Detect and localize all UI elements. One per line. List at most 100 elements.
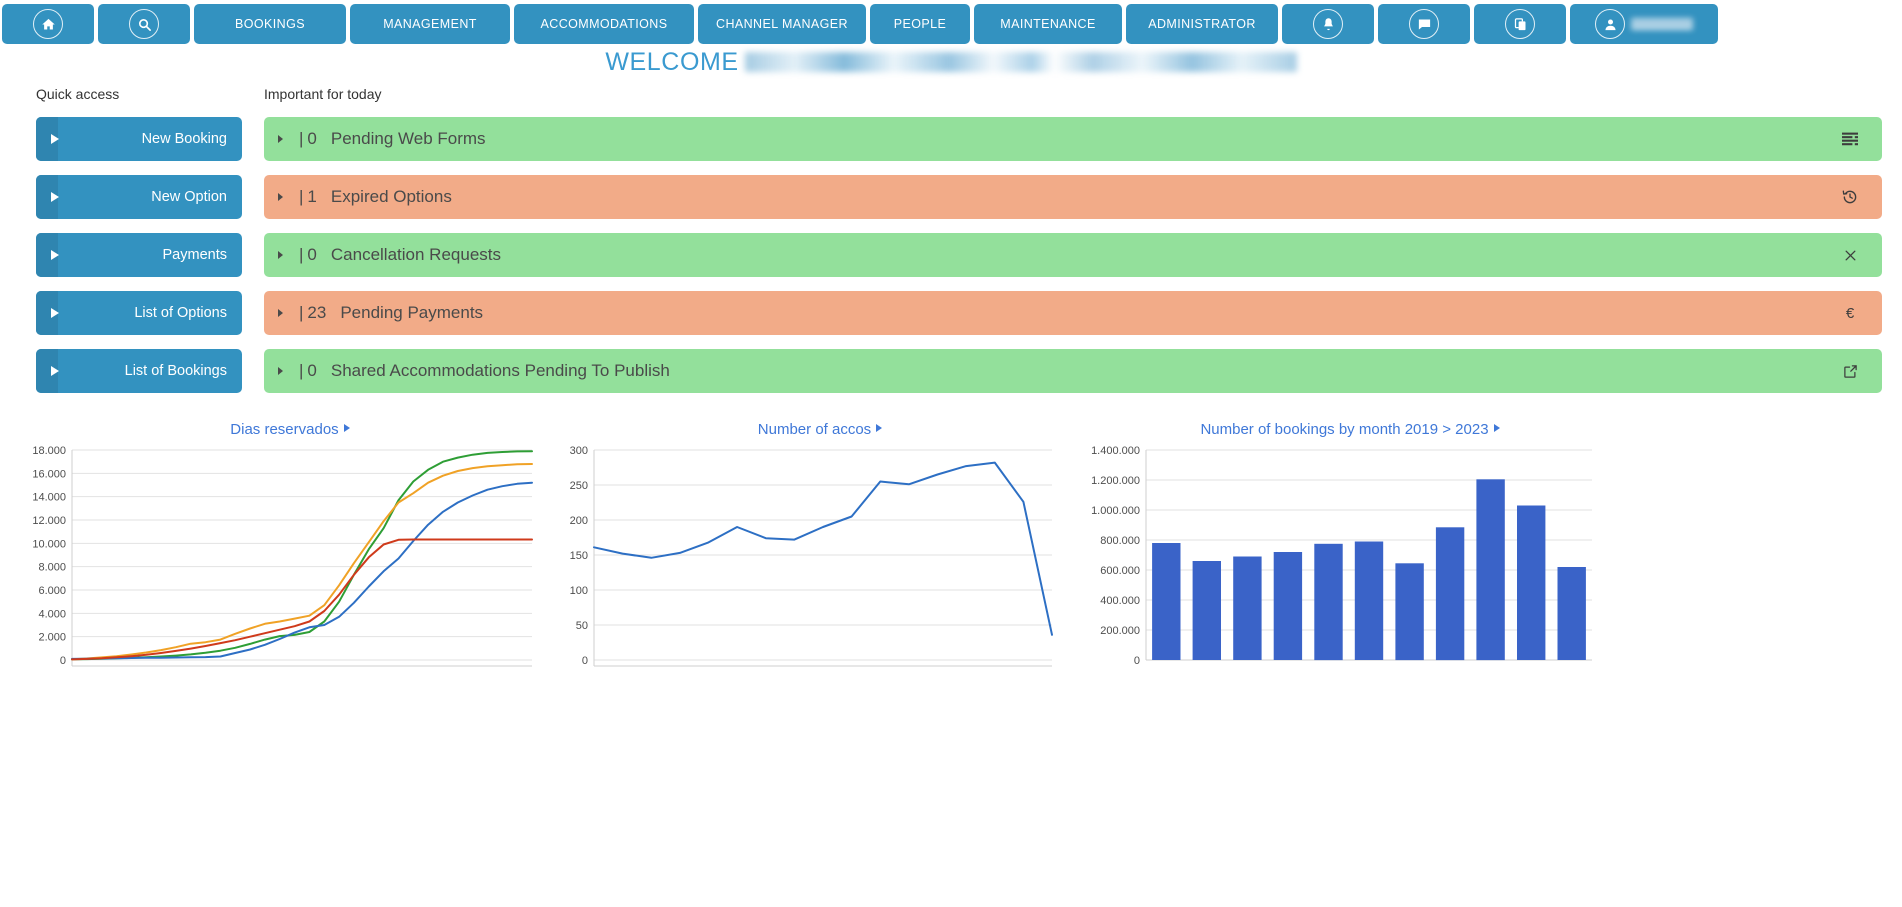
svg-text:800.000: 800.000 — [1100, 535, 1140, 547]
nav-notifications-button[interactable] — [1282, 4, 1374, 44]
nav-search-button[interactable] — [98, 4, 190, 44]
nav-label: MANAGEMENT — [383, 17, 477, 31]
alert-count: 0 — [307, 361, 317, 380]
chart-title-bookings-by-month[interactable]: Number of bookings by month 2019 > 2023 — [1080, 421, 1620, 438]
nav-notes-button[interactable] — [1474, 4, 1566, 44]
chart-expand-triangle-icon — [343, 424, 350, 432]
svg-text:16.000: 16.000 — [32, 468, 66, 480]
quick-access-label: New Booking — [141, 131, 227, 147]
svg-text:4.000: 4.000 — [38, 608, 66, 620]
chart-canvas-3: 0 200.000 400.000 600.000 800.000 1.000.000 1.… — [1091, 445, 1592, 667]
chart-expand-triangle-icon — [1493, 424, 1500, 432]
pipe-separator: | — [299, 245, 304, 264]
alert-count: 0 — [307, 129, 317, 148]
svg-text:0: 0 — [582, 655, 588, 667]
svg-text:2.000: 2.000 — [38, 632, 66, 644]
svg-text:50: 50 — [576, 620, 588, 632]
quick-access-panel: Quick access New Booking New Option Paym… — [36, 86, 242, 407]
nav-item-people[interactable]: PEOPLE — [870, 4, 970, 44]
svg-text:14.000: 14.000 — [32, 492, 66, 504]
alert-label: Pending Web Forms — [330, 129, 486, 148]
chart-expand-triangle-icon — [876, 424, 883, 432]
alert-label: Pending Payments — [340, 303, 484, 322]
svg-text:8.000: 8.000 — [38, 562, 66, 574]
chart-dias-reservados: Dias reservados 0 2.000 4.000 6.000 8.000 10.… — [20, 421, 560, 682]
pipe-separator: | — [299, 303, 304, 322]
expand-triangle-icon — [278, 193, 283, 201]
close-x-icon[interactable] — [1840, 245, 1860, 265]
svg-text:150: 150 — [570, 550, 588, 562]
home-icon — [33, 9, 63, 39]
search-icon — [129, 9, 159, 39]
svg-text:200.000: 200.000 — [1100, 625, 1140, 637]
alert-label: Expired Options — [330, 187, 452, 206]
alert-row-pending-web-forms[interactable]: | 0 Pending Web Forms — [264, 117, 1882, 161]
chart-bookings-by-month: Number of bookings by month 2019 > 2023 … — [1080, 421, 1620, 682]
important-today-panel: Important for today | 0 Pending Web Form… — [264, 86, 1882, 407]
pipe-separator: | — [299, 187, 304, 206]
form-list-icon[interactable] — [1840, 129, 1860, 149]
pipe-separator: | — [299, 361, 304, 380]
chart-title-dias-reservados[interactable]: Dias reservados — [20, 421, 560, 438]
alert-count: 1 — [307, 187, 317, 206]
top-navbar: BOOKINGS MANAGEMENT ACCOMMODATIONS CHANN… — [0, 0, 1902, 44]
alert-count: 23 — [307, 303, 327, 322]
nav-item-bookings[interactable]: BOOKINGS — [194, 4, 346, 44]
nav-item-channel-manager[interactable]: CHANNEL MANAGER — [698, 4, 866, 44]
expand-triangle-icon — [278, 309, 283, 317]
chart-canvas-1: 0 2.000 4.000 6.000 8.000 10.000 12.000 14.000 1… — [32, 445, 533, 667]
nav-item-accommodations[interactable]: ACCOMMODATIONS — [514, 4, 694, 44]
svg-text:6.000: 6.000 — [38, 585, 66, 597]
history-clock-icon[interactable] — [1840, 187, 1860, 207]
alert-count: 0 — [307, 245, 317, 264]
pipe-separator: | — [299, 129, 304, 148]
nav-item-maintenance[interactable]: MAINTENANCE — [974, 4, 1122, 44]
welcome-banner: WELCOME — [0, 44, 1902, 80]
svg-text:1.200.000: 1.200.000 — [1091, 475, 1140, 487]
alert-row-pending-payments[interactable]: | 23 Pending Payments € — [264, 291, 1882, 335]
svg-text:1.400.000: 1.400.000 — [1091, 445, 1140, 457]
svg-text:300: 300 — [570, 445, 588, 457]
chart-canvas-2: 0 50 100 150 200 250 300 — [570, 445, 1053, 667]
bell-icon — [1313, 9, 1343, 39]
euro-icon[interactable]: € — [1840, 303, 1860, 323]
quick-access-new-option[interactable]: New Option — [36, 175, 242, 219]
play-arrow-icon — [51, 192, 59, 202]
svg-text:10.000: 10.000 — [32, 538, 66, 550]
nav-item-management[interactable]: MANAGEMENT — [350, 4, 510, 44]
quick-access-list-of-bookings[interactable]: List of Bookings — [36, 349, 242, 393]
expand-triangle-icon — [278, 251, 283, 259]
nav-item-administrator[interactable]: ADMINISTRATOR — [1126, 4, 1278, 44]
play-arrow-icon — [51, 366, 59, 376]
quick-access-list-of-options[interactable]: List of Options — [36, 291, 242, 335]
nav-user-button[interactable] — [1570, 4, 1718, 44]
chart-title-number-of-accos[interactable]: Number of accos — [560, 421, 1080, 438]
chat-icon — [1409, 9, 1439, 39]
chart-title-text: Number of accos — [757, 421, 872, 438]
play-arrow-icon — [51, 308, 59, 318]
nav-label: PEOPLE — [893, 17, 947, 31]
external-link-icon[interactable] — [1840, 361, 1860, 381]
quick-access-new-booking[interactable]: New Booking — [36, 117, 242, 161]
nav-messages-button[interactable] — [1378, 4, 1470, 44]
play-arrow-icon — [51, 250, 59, 260]
nav-label: BOOKINGS — [235, 17, 305, 31]
svg-text:400.000: 400.000 — [1100, 595, 1140, 607]
svg-text:18.000: 18.000 — [32, 445, 66, 457]
nav-home-button[interactable] — [2, 4, 94, 44]
quick-access-payments[interactable]: Payments — [36, 233, 242, 277]
expand-triangle-icon — [278, 135, 283, 143]
svg-text:100: 100 — [570, 585, 588, 597]
user-name-redacted — [1631, 18, 1693, 30]
nav-label: ACCOMMODATIONS — [540, 17, 668, 31]
quick-access-label: New Option — [151, 189, 227, 205]
quick-access-label: List of Bookings — [124, 363, 227, 379]
alert-row-cancellation-requests[interactable]: | 0 Cancellation Requests — [264, 233, 1882, 277]
nav-label: CHANNEL MANAGER — [716, 17, 848, 31]
user-icon — [1595, 9, 1625, 39]
alert-row-expired-options[interactable]: | 1 Expired Options — [264, 175, 1882, 219]
svg-text:200: 200 — [570, 515, 588, 527]
alert-row-shared-accommodations-pending[interactable]: | 0 Shared Accommodations Pending To Pub… — [264, 349, 1882, 393]
svg-text:600.000: 600.000 — [1100, 565, 1140, 577]
welcome-name-redacted — [744, 52, 1297, 72]
